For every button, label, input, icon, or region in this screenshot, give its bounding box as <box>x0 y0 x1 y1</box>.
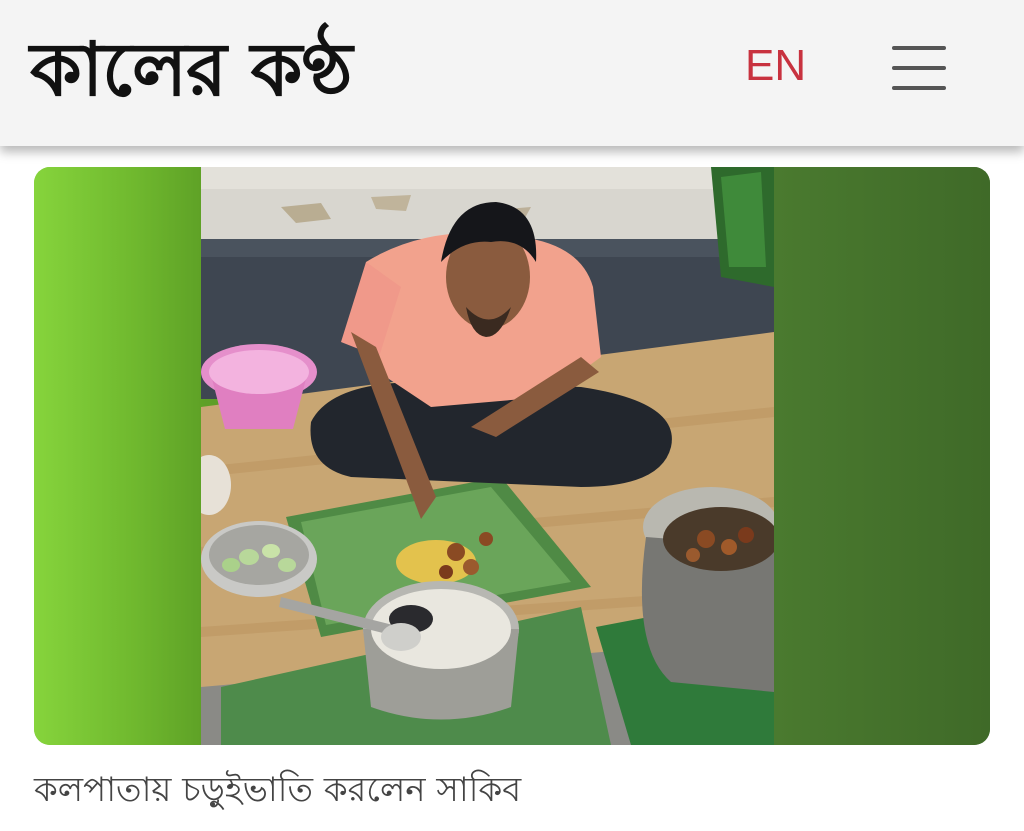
blurred-right-backdrop <box>774 167 990 745</box>
article-headline[interactable]: কলপাতায় চড়ুইভাতি করলেন সাকিব <box>34 766 521 814</box>
blurred-left-backdrop <box>34 167 204 745</box>
site-logo[interactable]: কালের কণ্ঠ <box>30 22 353 118</box>
article-photo <box>201 167 774 745</box>
hamburger-menu-icon[interactable] <box>888 44 948 92</box>
article-image-card[interactable] <box>34 167 990 745</box>
menu-line <box>892 66 946 70</box>
site-header: কালের কণ্ঠ EN <box>0 0 1024 146</box>
menu-line <box>892 86 946 90</box>
language-toggle-button[interactable]: EN <box>745 40 806 92</box>
menu-line <box>892 46 946 50</box>
